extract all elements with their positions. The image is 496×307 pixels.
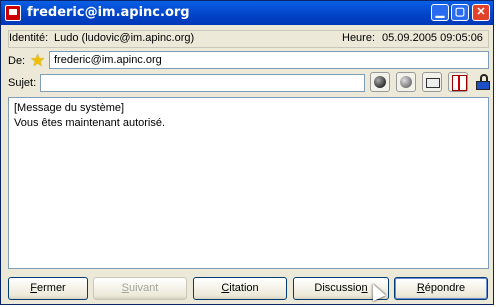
color-ball-icon: [400, 76, 412, 88]
identity-label: Identité:: [9, 32, 49, 44]
smiley-icon: [374, 76, 386, 88]
book-button[interactable]: [448, 72, 468, 92]
subject-input[interactable]: [40, 74, 365, 92]
app-icon: [5, 5, 21, 21]
smiley-button[interactable]: [370, 72, 390, 92]
from-field[interactable]: frederic@im.apinc.org: [49, 51, 489, 69]
book-icon: [452, 75, 467, 91]
close-window-button[interactable]: ✕: [472, 4, 490, 21]
next-button[interactable]: Suivant: [93, 277, 187, 300]
from-label: De:: [8, 55, 26, 67]
subject-label: Sujet:: [8, 77, 37, 89]
maximize-button[interactable]: ▢: [451, 4, 469, 21]
message-window: frederic@im.apinc.org ▁ ▢ ✕ Identité: Lu…: [0, 0, 494, 305]
lock-icon[interactable]: [475, 73, 491, 91]
time-value: 05.09.2005 09:05:06: [382, 32, 483, 44]
reply-button[interactable]: Répondre: [394, 277, 488, 300]
identity-value: Ludo (ludovic@im.apinc.org): [54, 32, 195, 44]
minimize-button[interactable]: ▁: [431, 4, 449, 21]
keyboard-button[interactable]: [422, 72, 442, 92]
message-line-header: [Message du système]: [14, 102, 125, 114]
title-bar[interactable]: frederic@im.apinc.org ▁ ▢ ✕: [1, 1, 493, 25]
quote-button[interactable]: Citation: [193, 277, 287, 300]
time-label: Heure:: [342, 32, 376, 44]
window-title: frederic@im.apinc.org: [27, 5, 190, 20]
color-button[interactable]: [396, 72, 416, 92]
close-button[interactable]: Fermer: [8, 277, 88, 300]
message-line-text: Vous êtes maintenant autorisé.: [14, 117, 166, 129]
keyboard-icon: [426, 78, 440, 88]
star-icon: ★: [30, 51, 46, 70]
message-body[interactable]: [Message du système] Vous êtes maintenan…: [8, 97, 489, 269]
